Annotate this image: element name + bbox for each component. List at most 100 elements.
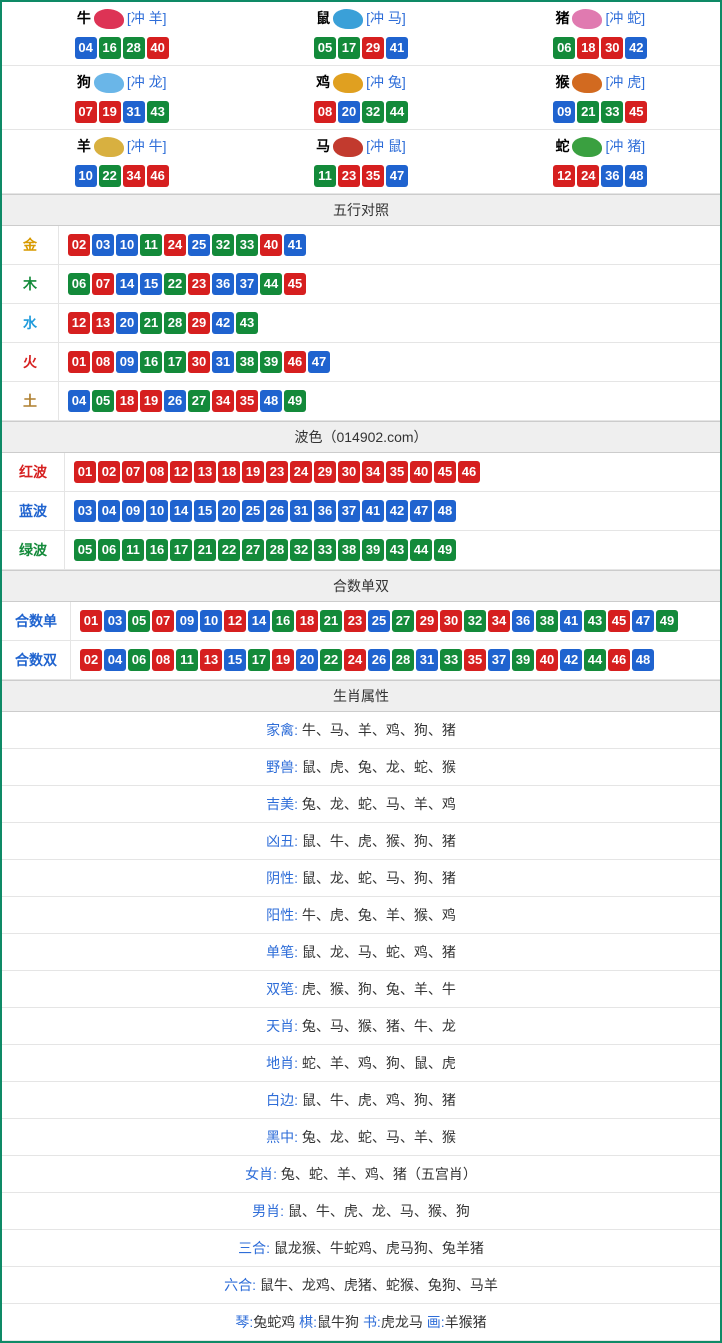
attr-val: 兔、马、猴、猪、牛、龙 — [302, 1018, 456, 1034]
attr-row: 家禽: 牛、马、羊、鸡、狗、猪 — [2, 712, 720, 749]
ball-27: 27 — [392, 610, 414, 632]
ball-41: 41 — [560, 610, 582, 632]
ball-24: 24 — [290, 461, 312, 483]
attr-key: 画: — [427, 1314, 445, 1330]
ball-23: 23 — [344, 610, 366, 632]
ball-45: 45 — [625, 101, 647, 123]
ball-36: 36 — [314, 500, 336, 522]
attr-val: 兔蛇鸡 — [253, 1314, 299, 1330]
zodiac-icon — [93, 9, 125, 31]
ball-38: 38 — [236, 351, 258, 373]
ball-10: 10 — [200, 610, 222, 632]
ball-18: 18 — [116, 390, 138, 412]
ball-08: 08 — [152, 649, 174, 671]
ball-05: 05 — [92, 390, 114, 412]
table-row: 火0108091617303138394647 — [2, 343, 720, 382]
heshu-table: 合数单0103050709101214161821232527293032343… — [2, 602, 720, 680]
ball-13: 13 — [194, 461, 216, 483]
ball-30: 30 — [188, 351, 210, 373]
ball-09: 09 — [176, 610, 198, 632]
section-head-attrs: 生肖属性 — [2, 680, 720, 712]
zodiac-balls: 11233547 — [241, 163, 480, 189]
row-label: 金 — [2, 226, 59, 265]
ball-46: 46 — [608, 649, 630, 671]
ball-47: 47 — [632, 610, 654, 632]
zodiac-icon — [93, 137, 125, 159]
ball-15: 15 — [194, 500, 216, 522]
ball-19: 19 — [140, 390, 162, 412]
ball-04: 04 — [75, 37, 97, 59]
ball-13: 13 — [200, 649, 222, 671]
table-row: 木06071415222336374445 — [2, 265, 720, 304]
ball-29: 29 — [362, 37, 384, 59]
ball-42: 42 — [212, 312, 234, 334]
row-label: 火 — [2, 343, 59, 382]
ball-36: 36 — [212, 273, 234, 295]
zodiac-balls: 10223446 — [2, 163, 241, 189]
ball-27: 27 — [188, 390, 210, 412]
ball-04: 04 — [98, 500, 120, 522]
zodiac-clash: [冲 兔] — [366, 74, 406, 90]
ball-31: 31 — [123, 101, 145, 123]
zodiac-name: 猪 — [555, 10, 569, 26]
ball-22: 22 — [320, 649, 342, 671]
ball-07: 07 — [92, 273, 114, 295]
ball-20: 20 — [296, 649, 318, 671]
ball-40: 40 — [147, 37, 169, 59]
ball-05: 05 — [74, 539, 96, 561]
ball-43: 43 — [386, 539, 408, 561]
attr-row: 双笔: 虎、猴、狗、兔、羊、牛 — [2, 971, 720, 1008]
ball-23: 23 — [266, 461, 288, 483]
ball-08: 08 — [146, 461, 168, 483]
row-label: 蓝波 — [2, 492, 65, 531]
table-row: 土04051819262734354849 — [2, 382, 720, 421]
zodiac-clash: [冲 龙] — [127, 74, 167, 90]
ball-03: 03 — [104, 610, 126, 632]
ball-23: 23 — [188, 273, 210, 295]
attr-key: 家禽: — [266, 722, 298, 738]
zodiac-clash: [冲 羊] — [127, 10, 167, 26]
table-row: 绿波05061116172122272832333839434449 — [2, 531, 720, 570]
row-balls: 03040910141520252631363741424748 — [65, 492, 721, 531]
row-label: 合数双 — [2, 641, 71, 680]
attr-key: 琴: — [235, 1314, 253, 1330]
ball-35: 35 — [362, 165, 384, 187]
ball-37: 37 — [338, 500, 360, 522]
zodiac-name: 蛇 — [555, 138, 569, 154]
row-label: 红波 — [2, 453, 65, 492]
ball-45: 45 — [434, 461, 456, 483]
ball-19: 19 — [99, 101, 121, 123]
ball-30: 30 — [338, 461, 360, 483]
row-balls: 04051819262734354849 — [59, 382, 721, 421]
ball-30: 30 — [440, 610, 462, 632]
attr-key: 天肖: — [266, 1018, 298, 1034]
zodiac-icon — [571, 9, 603, 31]
ball-14: 14 — [170, 500, 192, 522]
ball-43: 43 — [236, 312, 258, 334]
ball-22: 22 — [218, 539, 240, 561]
ball-17: 17 — [248, 649, 270, 671]
ball-11: 11 — [176, 649, 198, 671]
ball-26: 26 — [368, 649, 390, 671]
ball-14: 14 — [248, 610, 270, 632]
ball-01: 01 — [68, 351, 90, 373]
ball-36: 36 — [601, 165, 623, 187]
ball-39: 39 — [260, 351, 282, 373]
ball-16: 16 — [272, 610, 294, 632]
ball-38: 38 — [338, 539, 360, 561]
ball-16: 16 — [140, 351, 162, 373]
ball-29: 29 — [416, 610, 438, 632]
attr-key: 地肖: — [266, 1055, 298, 1071]
ball-34: 34 — [362, 461, 384, 483]
attr-row: 阴性: 鼠、龙、蛇、马、狗、猪 — [2, 860, 720, 897]
ball-19: 19 — [272, 649, 294, 671]
ball-32: 32 — [212, 234, 234, 256]
ball-01: 01 — [74, 461, 96, 483]
ball-16: 16 — [146, 539, 168, 561]
row-balls: 05061116172122272832333839434449 — [65, 531, 721, 570]
ball-28: 28 — [392, 649, 414, 671]
attr-key: 男肖: — [252, 1203, 284, 1219]
zodiac-icon — [332, 9, 364, 31]
ball-15: 15 — [224, 649, 246, 671]
ball-43: 43 — [147, 101, 169, 123]
